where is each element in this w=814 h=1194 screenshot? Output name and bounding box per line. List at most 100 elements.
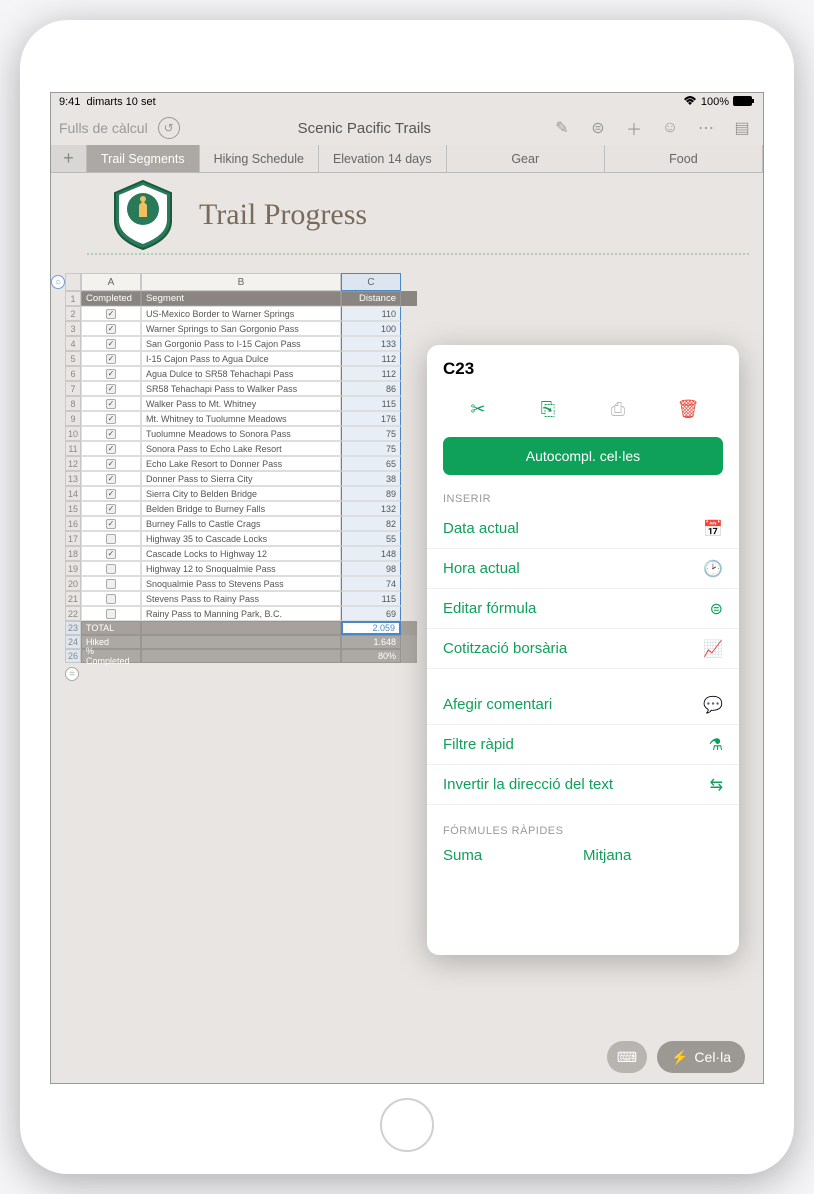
header-segment[interactable]: Segment xyxy=(141,291,341,306)
header-completed[interactable]: Completed xyxy=(81,291,141,306)
row-num[interactable]: 9 xyxy=(65,411,81,426)
distance-cell[interactable]: 176 xyxy=(341,411,401,426)
total-value-selected-cell[interactable]: 2.059 xyxy=(341,621,401,635)
segment-cell[interactable]: US-Mexico Border to Warner Springs xyxy=(141,306,341,321)
add-comment[interactable]: Afegir comentari💬 xyxy=(427,685,739,725)
stock-quote[interactable]: Cotització borsària📈 xyxy=(427,629,739,669)
distance-cell[interactable]: 98 xyxy=(341,561,401,576)
completed-cell[interactable] xyxy=(81,591,141,606)
cut-button[interactable]: ✂ xyxy=(462,393,494,425)
checkbox[interactable]: ✓ xyxy=(106,369,116,379)
segment-cell[interactable]: Echo Lake Resort to Donner Pass xyxy=(141,456,341,471)
distance-cell[interactable]: 132 xyxy=(341,501,401,516)
row-num[interactable]: 26 xyxy=(65,649,81,663)
col-header-a[interactable]: A xyxy=(81,273,141,291)
distance-cell[interactable]: 55 xyxy=(341,531,401,546)
tab-gear[interactable]: Gear xyxy=(447,145,605,172)
segment-cell[interactable]: Walker Pass to Mt. Whitney xyxy=(141,396,341,411)
row-drag-handle[interactable]: = xyxy=(65,667,79,681)
distance-cell[interactable]: 38 xyxy=(341,471,401,486)
corner-cell[interactable] xyxy=(65,273,81,291)
checkbox[interactable] xyxy=(106,564,116,574)
header-distance[interactable]: Distance xyxy=(341,291,401,306)
checkbox[interactable]: ✓ xyxy=(106,384,116,394)
insert-date[interactable]: Data actual📅 xyxy=(427,509,739,549)
col-header-c[interactable]: C xyxy=(341,273,401,291)
row-num[interactable]: 19 xyxy=(65,561,81,576)
row-num[interactable]: 23 xyxy=(65,621,81,635)
completed-cell[interactable]: ✓ xyxy=(81,351,141,366)
pct-value[interactable]: 80% xyxy=(341,649,401,663)
row-num[interactable]: 6 xyxy=(65,366,81,381)
more-icon[interactable]: ⋯ xyxy=(693,115,719,141)
col-header-b[interactable]: B xyxy=(141,273,341,291)
segment-cell[interactable]: Donner Pass to Sierra City xyxy=(141,471,341,486)
pct-label[interactable]: % Completed xyxy=(81,649,141,663)
row-num[interactable]: 17 xyxy=(65,531,81,546)
filter-icon[interactable]: ⊜ xyxy=(585,115,611,141)
preview-icon[interactable]: ▤ xyxy=(729,115,755,141)
quick-avg[interactable]: Mitjana xyxy=(583,847,723,864)
completed-cell[interactable]: ✓ xyxy=(81,381,141,396)
completed-cell[interactable]: ✓ xyxy=(81,501,141,516)
row-num[interactable]: 14 xyxy=(65,486,81,501)
segment-cell[interactable]: Burney Falls to Castle Crags xyxy=(141,516,341,531)
row-num[interactable]: 10 xyxy=(65,426,81,441)
row-num[interactable]: 18 xyxy=(65,546,81,561)
home-button[interactable] xyxy=(380,1098,434,1152)
segment-cell[interactable]: Tuolumne Meadows to Sonora Pass xyxy=(141,426,341,441)
row-num[interactable]: 3 xyxy=(65,321,81,336)
keyboard-pill[interactable]: ⌨ xyxy=(607,1041,647,1073)
hiked-value[interactable]: 1.648 xyxy=(341,635,401,649)
completed-cell[interactable]: ✓ xyxy=(81,486,141,501)
add-icon[interactable]: ＋ xyxy=(621,115,647,141)
checkbox[interactable]: ✓ xyxy=(106,414,116,424)
table-corner-handle[interactable]: ○ xyxy=(51,275,65,289)
completed-cell[interactable] xyxy=(81,606,141,621)
distance-cell[interactable]: 133 xyxy=(341,336,401,351)
segment-cell[interactable]: Highway 35 to Cascade Locks xyxy=(141,531,341,546)
checkbox[interactable]: ✓ xyxy=(106,309,116,319)
completed-cell[interactable] xyxy=(81,561,141,576)
segment-cell[interactable]: Sierra City to Belden Bridge xyxy=(141,486,341,501)
segment-cell[interactable]: Belden Bridge to Burney Falls xyxy=(141,501,341,516)
row-num[interactable]: 5 xyxy=(65,351,81,366)
row-num[interactable]: 2 xyxy=(65,306,81,321)
checkbox[interactable]: ✓ xyxy=(106,354,116,364)
checkbox[interactable]: ✓ xyxy=(106,459,116,469)
distance-cell[interactable]: 75 xyxy=(341,441,401,456)
edit-formula[interactable]: Editar fórmula⊜ xyxy=(427,589,739,629)
checkbox[interactable] xyxy=(106,534,116,544)
distance-cell[interactable]: 82 xyxy=(341,516,401,531)
segment-cell[interactable]: San Gorgonio Pass to I-15 Cajon Pass xyxy=(141,336,341,351)
completed-cell[interactable]: ✓ xyxy=(81,441,141,456)
completed-cell[interactable]: ✓ xyxy=(81,546,141,561)
segment-cell[interactable]: Warner Springs to San Gorgonio Pass xyxy=(141,321,341,336)
total-empty[interactable] xyxy=(141,621,341,635)
tab-food[interactable]: Food xyxy=(605,145,763,172)
completed-cell[interactable]: ✓ xyxy=(81,366,141,381)
delete-button[interactable]: 🗑 xyxy=(672,393,704,425)
row-num[interactable]: 11 xyxy=(65,441,81,456)
completed-cell[interactable] xyxy=(81,531,141,546)
completed-cell[interactable]: ✓ xyxy=(81,306,141,321)
completed-cell[interactable] xyxy=(81,576,141,591)
distance-cell[interactable]: 74 xyxy=(341,576,401,591)
row-num[interactable]: 4 xyxy=(65,336,81,351)
segment-cell[interactable]: Cascade Locks to Highway 12 xyxy=(141,546,341,561)
row-num[interactable]: 13 xyxy=(65,471,81,486)
segment-cell[interactable]: I-15 Cajon Pass to Agua Dulce xyxy=(141,351,341,366)
completed-cell[interactable]: ✓ xyxy=(81,456,141,471)
collab-icon[interactable]: ☺ xyxy=(657,115,683,141)
row-num[interactable]: 8 xyxy=(65,396,81,411)
checkbox[interactable]: ✓ xyxy=(106,519,116,529)
checkbox[interactable] xyxy=(106,579,116,589)
segment-cell[interactable]: SR58 Tehachapi Pass to Walker Pass xyxy=(141,381,341,396)
distance-cell[interactable]: 89 xyxy=(341,486,401,501)
segment-cell[interactable]: Highway 12 to Snoqualmie Pass xyxy=(141,561,341,576)
row-num[interactable]: 24 xyxy=(65,635,81,649)
completed-cell[interactable]: ✓ xyxy=(81,426,141,441)
distance-cell[interactable]: 110 xyxy=(341,306,401,321)
checkbox[interactable]: ✓ xyxy=(106,399,116,409)
completed-cell[interactable]: ✓ xyxy=(81,396,141,411)
